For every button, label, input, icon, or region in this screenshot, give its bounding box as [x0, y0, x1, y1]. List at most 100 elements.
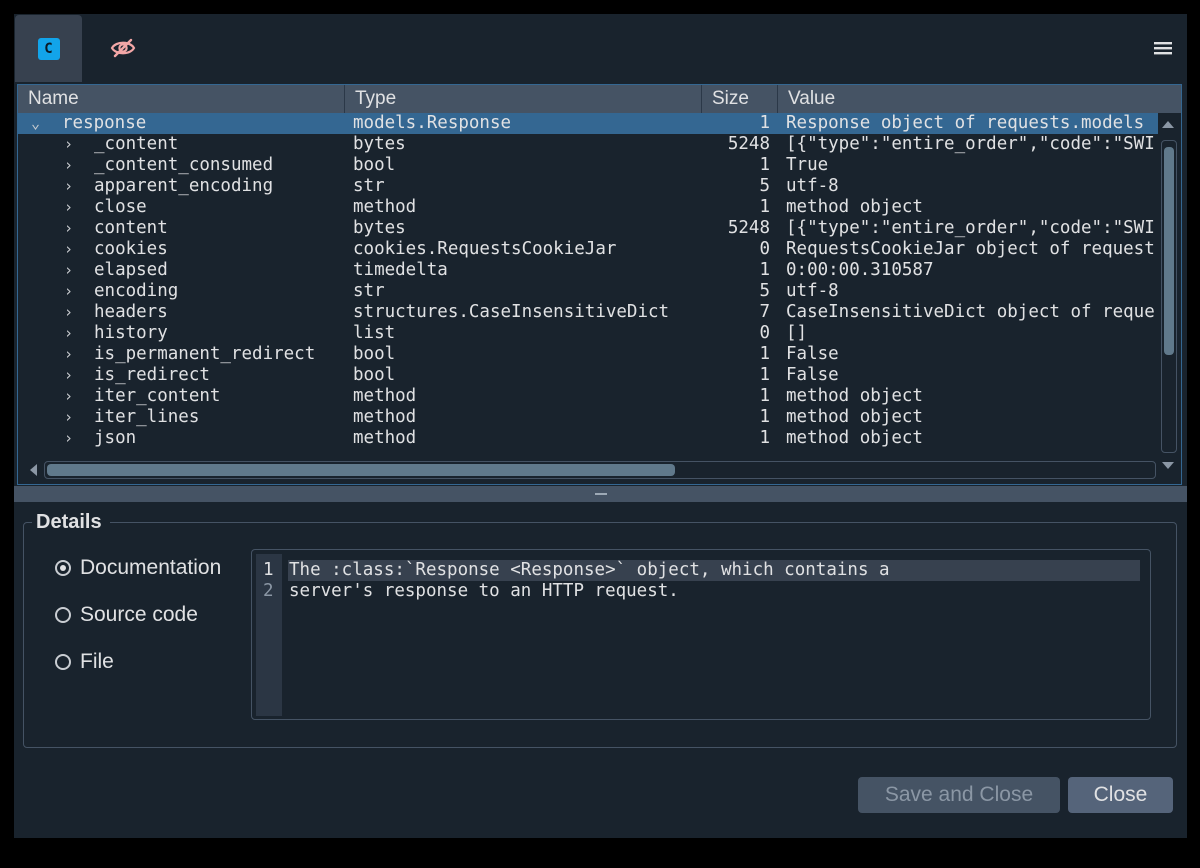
cell-name: _content [94, 134, 178, 155]
cell-value: Response object of requests.models [786, 113, 1158, 134]
chevron-right-icon[interactable]: › [64, 155, 73, 176]
horizontal-scroll-thumb[interactable] [47, 464, 675, 476]
cell-size: 1 [710, 197, 770, 218]
chevron-down-icon[interactable]: ⌄ [31, 113, 40, 134]
cell-type: bool [353, 344, 395, 365]
cell-value: [] [786, 323, 1158, 344]
cell-type: str [353, 281, 385, 302]
table-row[interactable]: › elapsed timedelta 1 0:00:00.310587 [18, 260, 1158, 281]
chevron-right-icon[interactable]: › [64, 281, 73, 302]
line-number: 2 [263, 581, 279, 602]
cell-name: iter_lines [94, 407, 199, 428]
cell-value: 0:00:00.310587 [786, 260, 1158, 281]
cell-size: 1 [710, 260, 770, 281]
radio-label: Source code [80, 603, 198, 627]
radio-checked-icon[interactable] [55, 560, 71, 576]
table-row[interactable]: ›apparent_encodingstr5utf-8 [18, 176, 1158, 197]
vertical-scroll-thumb[interactable] [1164, 147, 1174, 355]
chevron-right-icon[interactable]: › [64, 344, 73, 365]
cell-name: content [94, 218, 168, 239]
horizontal-scrollbar[interactable] [44, 461, 1156, 479]
table-row[interactable]: ›jsonmethod1method object [18, 428, 1158, 449]
column-header-type[interactable]: Type [345, 85, 702, 113]
chevron-right-icon[interactable]: › [64, 386, 73, 407]
table-row[interactable]: ›_contentbytes5248[{"type":"entire_order… [18, 134, 1158, 155]
chevron-right-icon[interactable]: › [64, 176, 73, 197]
cell-name: _content_consumed [94, 155, 273, 176]
column-header-name[interactable]: Name [18, 85, 345, 113]
cell-type: timedelta [353, 260, 448, 281]
cell-size: 5 [710, 176, 770, 197]
table-row[interactable]: ›headersstructures.CaseInsensitiveDict7C… [18, 302, 1158, 323]
cell-size: 1 [710, 407, 770, 428]
radio-source-code[interactable]: Source code [55, 602, 198, 628]
chevron-right-icon[interactable]: › [64, 428, 73, 449]
scroll-left-arrow-icon[interactable] [28, 463, 38, 477]
table-row[interactable]: ›historylist0[] [18, 323, 1158, 344]
cell-size: 1 [710, 113, 770, 134]
radio-unchecked-icon[interactable] [55, 654, 71, 670]
scroll-up-arrow-icon[interactable] [1161, 119, 1175, 129]
close-button[interactable]: Close [1068, 777, 1173, 813]
cell-value: True [786, 155, 1158, 176]
table-row[interactable]: ›_content_consumedbool1True [18, 155, 1158, 176]
cell-name: headers [94, 302, 168, 323]
documentation-editor[interactable]: 1 2 The :class:`Response <Response>` obj… [251, 549, 1151, 720]
chevron-right-icon[interactable]: › [64, 239, 73, 260]
save-and-close-button[interactable]: Save and Close [858, 777, 1060, 813]
table-row[interactable]: ›is_permanent_redirectbool1False [18, 344, 1158, 365]
eye-off-icon[interactable] [110, 37, 136, 59]
chevron-right-icon[interactable]: › [64, 407, 73, 428]
column-header-value[interactable]: Value [778, 85, 1181, 113]
splitter-handle[interactable] [14, 486, 1187, 502]
variable-tree-table[interactable]: Name Type Size Value ⌄ response models.R… [17, 84, 1182, 485]
chevron-right-icon[interactable]: › [64, 197, 73, 218]
cell-name: is_permanent_redirect [94, 344, 315, 365]
chevron-right-icon[interactable]: › [64, 323, 73, 344]
cell-type: method [353, 386, 416, 407]
table-row[interactable]: ›cookiescookies.RequestsCookieJar0Reques… [18, 239, 1158, 260]
radio-label: File [80, 650, 114, 674]
details-title: Details [32, 509, 110, 535]
hamburger-menu-icon[interactable] [1153, 40, 1173, 56]
table-row[interactable]: ›is_redirectbool1False [18, 365, 1158, 386]
cell-value: [{"type":"entire_order","code":"SWI [786, 218, 1158, 239]
scroll-down-arrow-icon[interactable] [1161, 461, 1175, 471]
radio-unchecked-icon[interactable] [55, 607, 71, 623]
cell-size: 0 [710, 239, 770, 260]
cell-size: 1 [710, 386, 770, 407]
cell-value: method object [786, 197, 1158, 218]
c-badge-icon: C [38, 38, 60, 60]
chevron-right-icon[interactable]: › [64, 134, 73, 155]
cell-name: elapsed [94, 260, 168, 281]
cell-type: bool [353, 365, 395, 386]
cell-size: 1 [710, 344, 770, 365]
cell-value: CaseInsensitiveDict object of reque [786, 302, 1158, 323]
radio-documentation[interactable]: Documentation [55, 555, 221, 581]
cell-type: bytes [353, 218, 406, 239]
table-row[interactable]: ›iter_contentmethod1method object [18, 386, 1158, 407]
table-row[interactable]: ›encodingstr5utf-8 [18, 281, 1158, 302]
chevron-right-icon[interactable]: › [64, 365, 73, 386]
cell-size: 1 [710, 428, 770, 449]
c-mode-button[interactable]: C [15, 15, 82, 82]
chevron-right-icon[interactable]: › [64, 218, 73, 239]
column-header-size[interactable]: Size [702, 85, 778, 113]
cell-size: 0 [710, 323, 770, 344]
radio-file[interactable]: File [55, 649, 114, 675]
vertical-scrollbar[interactable] [1161, 140, 1177, 453]
chevron-right-icon[interactable]: › [64, 302, 73, 323]
cell-type: bytes [353, 134, 406, 155]
table-row[interactable]: ›iter_linesmethod1method object [18, 407, 1158, 428]
cell-value: method object [786, 386, 1158, 407]
cell-size: 1 [710, 155, 770, 176]
cell-type: method [353, 428, 416, 449]
cell-name: history [94, 323, 168, 344]
radio-label: Documentation [80, 556, 221, 580]
table-row-response[interactable]: ⌄ response models.Response 1 Response ob… [18, 113, 1158, 134]
table-header: Name Type Size Value [18, 85, 1181, 113]
table-row[interactable]: ›closemethod1method object [18, 197, 1158, 218]
cell-type: cookies.RequestsCookieJar [353, 239, 616, 260]
table-row[interactable]: ›contentbytes5248[{"type":"entire_order"… [18, 218, 1158, 239]
chevron-right-icon[interactable]: › [64, 260, 73, 281]
